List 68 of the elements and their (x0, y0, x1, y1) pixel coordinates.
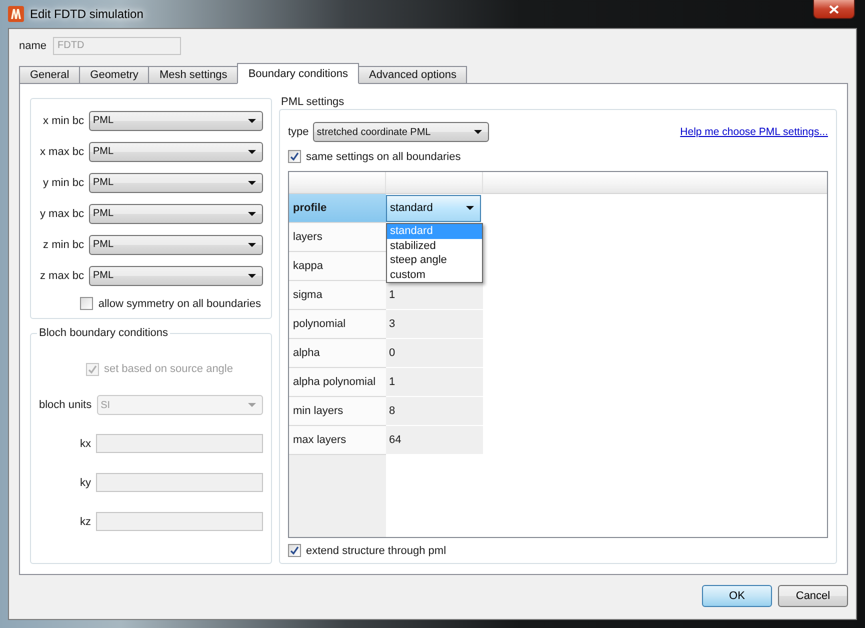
type-dropdown[interactable]: stretched coordinate PML (312, 122, 489, 142)
checkbox-label: allow symmetry on all boundaries (98, 298, 261, 310)
property-value-cell: 8 (386, 397, 483, 426)
tab[interactable]: Mesh settings (148, 66, 238, 84)
property-name-cell[interactable]: sigma (289, 281, 386, 310)
property-name-cell[interactable]: max layers (289, 426, 386, 455)
property-name-cell[interactable]: min layers (289, 397, 386, 426)
boundary-dropdown[interactable]: PML (89, 204, 263, 224)
boundary-dropdown[interactable]: PML (89, 172, 263, 192)
dropdown-arrow-icon (248, 150, 256, 154)
checkbox[interactable] (80, 297, 94, 310)
field-label: y max bc (40, 208, 84, 220)
field-label: x min bc (43, 114, 84, 126)
property-name-cell[interactable]: alpha polynomial (289, 368, 386, 397)
property-name-cell[interactable]: layers (289, 223, 386, 252)
tab[interactable]: Advanced options (358, 66, 468, 84)
boundary-dropdown[interactable]: PML (89, 142, 263, 162)
field-label: z max bc (40, 270, 84, 282)
field-label: ky (80, 476, 91, 488)
boundary-dropdown[interactable]: PML (89, 234, 263, 254)
dropdown-arrow-icon (248, 242, 256, 246)
property-name-cell[interactable]: alpha (289, 339, 386, 368)
dialog-button[interactable]: Cancel (778, 585, 848, 607)
dropdown-arrow-icon (248, 118, 256, 122)
dialog-button[interactable]: OK (702, 585, 772, 607)
menu-item[interactable]: stabilized (387, 238, 482, 253)
boundary-dropdown[interactable]: PML (89, 266, 263, 286)
property-value-cell: 64 (386, 426, 483, 455)
field-label: z min bc (43, 238, 84, 250)
property-name-cell[interactable]: polynomial (289, 310, 386, 339)
property-name-cell[interactable]: kappa (289, 252, 386, 281)
checkbox-label: extend structure through pml (306, 544, 446, 556)
property-name-cell[interactable]: profile (289, 194, 386, 223)
window-title: Edit FDTD simulation (30, 7, 144, 21)
menu-item[interactable]: steep angle (387, 253, 482, 268)
help-link[interactable]: Help me choose PML settings... (680, 126, 828, 138)
dropdown-arrow-icon (248, 403, 256, 407)
dropdown-arrow-icon (248, 274, 256, 278)
dropdown-arrow-icon (466, 206, 474, 210)
close-icon (829, 4, 839, 14)
property-value-cell: 0 (386, 339, 483, 368)
checkbox[interactable] (288, 150, 301, 163)
checkbox-label: set based on source angle (104, 363, 233, 375)
profile-dropdown[interactable]: standard (386, 194, 481, 222)
close-button[interactable] (813, 0, 855, 19)
dropdown-arrow-icon (474, 130, 482, 134)
menu-item[interactable]: custom (387, 268, 482, 282)
tab[interactable]: Boundary conditions (237, 63, 359, 84)
tab[interactable]: General (19, 66, 80, 84)
boundary-dropdown[interactable]: PML (89, 110, 263, 130)
field-label: kz (80, 516, 91, 528)
field-label: x max bc (40, 146, 84, 158)
field-label: type (288, 126, 309, 138)
checkbox[interactable] (288, 544, 301, 557)
group-title: Bloch boundary conditions (37, 327, 170, 339)
tab[interactable]: Geometry (79, 66, 150, 84)
dropdown-arrow-icon (248, 180, 256, 184)
dropdown-arrow-icon (248, 212, 256, 216)
property-value-cell: 1 (386, 281, 483, 310)
name-label: name (19, 40, 47, 52)
checkbox-label: same settings on all boundaries (306, 150, 461, 162)
group-title: PML settings (280, 95, 346, 108)
field-label: kx (80, 438, 91, 450)
field-label: y min bc (43, 176, 84, 188)
field-label: bloch units (39, 399, 92, 411)
property-value-cell: 1 (386, 368, 483, 397)
app-logo-icon (8, 6, 24, 22)
property-value-cell: 3 (386, 310, 483, 339)
